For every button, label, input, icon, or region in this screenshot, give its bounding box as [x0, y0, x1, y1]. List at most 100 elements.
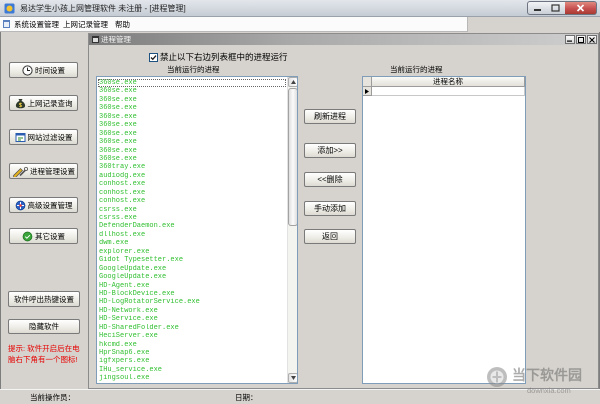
row-indicator [363, 87, 372, 96]
clock-icon [22, 64, 33, 76]
sidebar-item-label: 进程管理设置 [30, 166, 75, 176]
sidebar-item-advanced-settings[interactable]: 高级设置管理 [9, 197, 78, 213]
grid-new-row[interactable] [363, 87, 525, 96]
process-list-item[interactable]: Gidot Typesetter.exe [98, 256, 286, 264]
process-list-item[interactable]: 360se.exe [98, 113, 286, 121]
list-items: 360se.exe 360se.exe 360se.exe 360se.exe 360s… [98, 79, 286, 383]
process-list-item[interactable]: IHu_service.exe [98, 366, 286, 374]
grid-corner-cell [363, 77, 372, 87]
process-list-item[interactable]: GoogleUpdate.exe [98, 265, 286, 273]
money-bag-icon [15, 98, 25, 108]
column-header-process-name[interactable]: 进程名称 [372, 77, 525, 87]
close-icon [576, 4, 585, 12]
process-list-item[interactable]: 360tray.exe [98, 163, 286, 171]
process-list-item[interactable]: explorer.exe [98, 248, 286, 256]
process-list-item[interactable]: 360se.exe [98, 79, 286, 88]
process-list-item[interactable]: dwm.exe [98, 239, 286, 247]
process-list-item[interactable]: jingsoul.exe [98, 374, 286, 382]
running-processes-list[interactable]: 360se.exe 360se.exe 360se.exe 360se.exe 360s… [96, 76, 298, 384]
operator-label: 当前操作员： [30, 393, 75, 402]
process-list-item[interactable]: HD-Network.exe [98, 307, 286, 315]
title-bar[interactable]: 易达学生小孩上网管理软件 未注册 - [进程管理] [0, 0, 600, 17]
child-minimize-button[interactable] [565, 35, 575, 44]
process-list-item[interactable]: HprSnap6.exe [98, 349, 286, 357]
arrow-up-icon [290, 80, 296, 84]
blocked-processes-label: 当前运行的进程 [390, 65, 443, 74]
other-settings-icon [22, 231, 33, 241]
menu-browsing-records[interactable]: 上网记录管理 [63, 20, 108, 30]
sidebar-item-label: 时间设置 [35, 65, 65, 75]
sidebar-item-process-settings[interactable]: 进程管理设置 [9, 163, 78, 179]
scroll-up-button[interactable] [288, 77, 297, 87]
sidebar: 时间设置 上网记录查询 网站过滤设置 进程管理设置 高级设置管理 其它设置 软件… [0, 32, 87, 389]
process-list-item[interactable]: HD-Service.exe [98, 315, 286, 323]
tray-icon-tip: 提示: 软件开启后在电脑右下角有一个图标! [8, 344, 80, 364]
scroll-down-button[interactable] [288, 373, 297, 383]
process-list-item[interactable]: 360se.exe [98, 155, 286, 163]
vertical-scrollbar[interactable] [287, 77, 297, 383]
process-list-item[interactable]: conhost.exe [98, 197, 286, 205]
close-icon [589, 36, 595, 43]
advanced-settings-icon [15, 200, 25, 210]
sidebar-item-label: 网站过滤设置 [27, 132, 73, 142]
maximize-icon [551, 4, 560, 12]
running-processes-label: 当前运行的进程 [167, 65, 220, 74]
arrow-down-icon [290, 376, 296, 380]
minimize-icon [567, 40, 572, 42]
refresh-processes-button[interactable]: 刷新进程 [304, 109, 356, 124]
child-restore-button[interactable] [576, 35, 586, 44]
row-pointer-icon [365, 88, 369, 94]
minimize-button[interactable] [527, 1, 547, 15]
process-list-item[interactable]: HD-LogRotatorService.exe [98, 298, 286, 306]
process-list-item[interactable]: csrss.exe [98, 214, 286, 222]
manual-add-button[interactable]: 手动添加 [304, 201, 356, 216]
process-list-item[interactable]: HeciServer.exe [98, 332, 286, 340]
add-process-button[interactable]: 添加>> [304, 143, 356, 158]
minimize-icon [533, 8, 541, 11]
process-list-item[interactable]: HD-SharedFolder.exe [98, 324, 286, 332]
process-list-item[interactable]: csrss.exe [98, 206, 286, 214]
process-list-item[interactable]: 360se.exe [98, 138, 286, 146]
child-title-bar[interactable]: 进程管理 [89, 34, 598, 45]
process-list-item[interactable]: conhost.exe [98, 180, 286, 188]
grid-header: 进程名称 [363, 77, 525, 87]
remove-process-button[interactable]: <<删除 [304, 172, 356, 187]
sidebar-item-website-filter[interactable]: 网站过滤设置 [9, 129, 78, 145]
menu-help[interactable]: 帮助 [115, 20, 130, 30]
process-list-item[interactable]: HD-BlockDevice.exe [98, 290, 286, 298]
process-list-item[interactable]: 360se.exe [98, 87, 286, 95]
grid-cell[interactable] [372, 87, 525, 96]
process-list-item[interactable]: 360se.exe [98, 104, 286, 112]
menu-bar: 系统设置管理 上网记录管理 帮助 [0, 17, 600, 32]
process-list-item[interactable]: HD-Agent.exe [98, 282, 286, 290]
process-list-item[interactable]: hkcmd.exe [98, 341, 286, 349]
sidebar-item-label: 其它设置 [35, 231, 65, 241]
hide-software-button[interactable]: 隐藏软件 [8, 319, 80, 334]
sidebar-item-browsing-query[interactable]: 上网记录查询 [9, 95, 78, 111]
child-window-icon [92, 36, 99, 43]
close-button[interactable] [565, 1, 597, 15]
maximize-button[interactable] [546, 1, 566, 15]
process-list-item[interactable]: 360se.exe [98, 130, 286, 138]
process-list-item[interactable]: 360se.exe [98, 96, 286, 104]
back-button[interactable]: 返回 [304, 229, 356, 244]
process-list-item[interactable]: dllhost.exe [98, 231, 286, 239]
block-processes-label[interactable]: 禁止以下右边列表框中的进程运行 [160, 52, 288, 63]
scrollbar-thumb[interactable] [288, 88, 297, 226]
hotkey-settings-button[interactable]: 软件呼出热键设置 [8, 291, 80, 307]
block-processes-checkbox[interactable] [149, 53, 158, 62]
child-window-title: 进程管理 [101, 35, 131, 44]
blocked-processes-grid[interactable]: 进程名称 [362, 76, 526, 384]
process-list-item[interactable]: audiodg.exe [98, 172, 286, 180]
process-list-item[interactable]: DefenderDaemon.exe [98, 222, 286, 230]
child-close-button[interactable] [587, 35, 597, 44]
menu-system-settings[interactable]: 系统设置管理 [14, 20, 59, 30]
process-list-item[interactable]: GoogleUpdate.exe [98, 273, 286, 281]
sidebar-item-other-settings[interactable]: 其它设置 [9, 228, 78, 244]
process-list-item[interactable]: igfxpers.exe [98, 357, 286, 365]
process-list-item[interactable]: conhost.exe [98, 189, 286, 197]
process-list-item[interactable]: 360se.exe [98, 121, 286, 129]
sidebar-item-time-settings[interactable]: 时间设置 [9, 62, 78, 78]
process-list-item[interactable]: 360se.exe [98, 147, 286, 155]
menu-band: 系统设置管理 上网记录管理 帮助 [0, 17, 468, 32]
